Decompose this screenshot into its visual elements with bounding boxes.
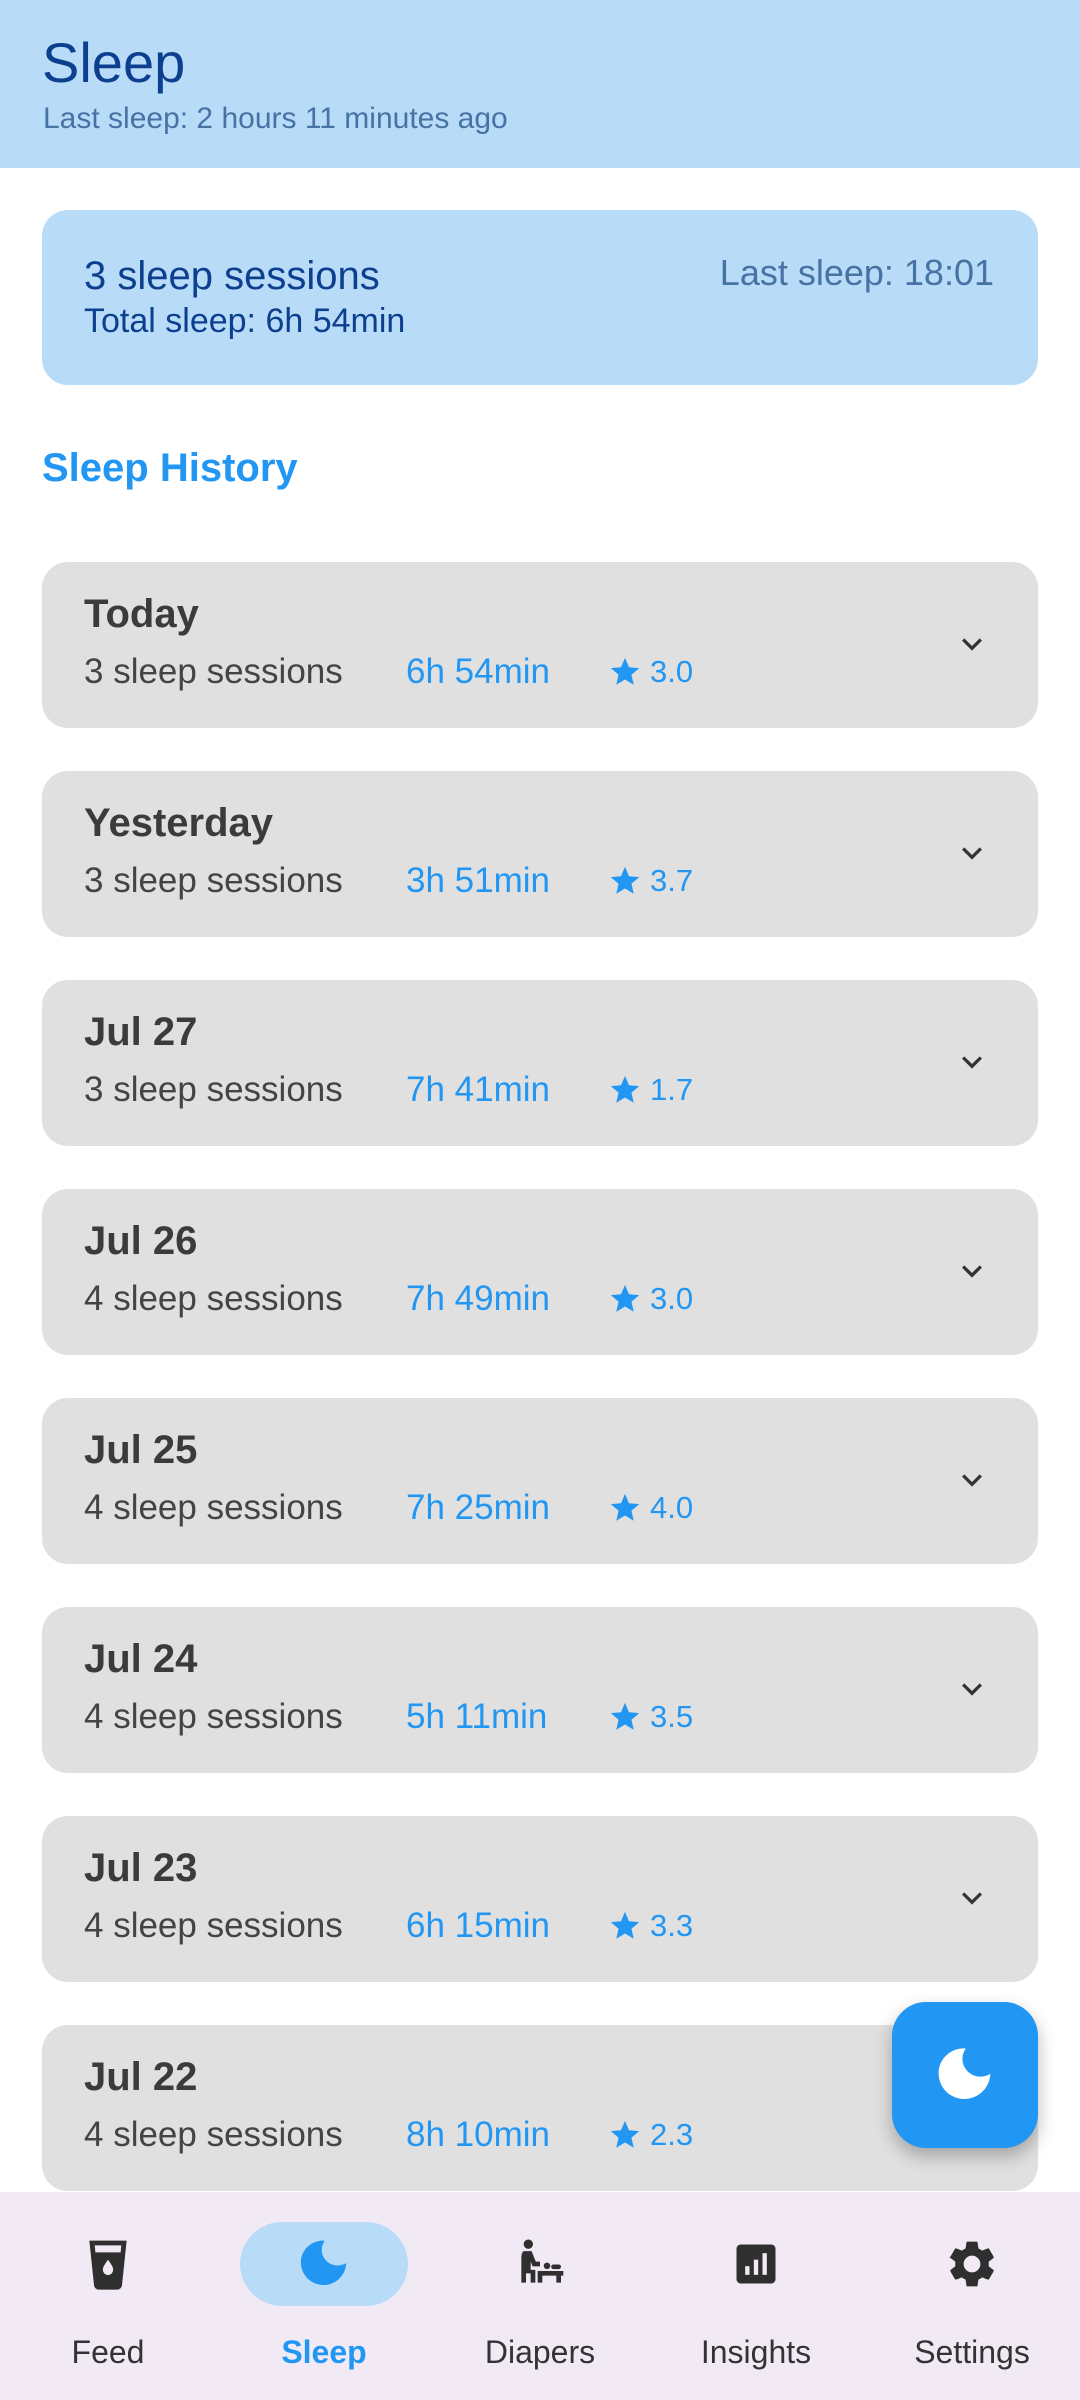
last-sleep-subtitle: Last sleep: 2 hours 11 minutes ago [43, 102, 508, 135]
rating-value: 3.3 [650, 1908, 694, 1943]
chevron-down-icon[interactable] [952, 833, 992, 873]
rating-value: 3.5 [650, 1699, 694, 1734]
rating-value: 3.0 [650, 654, 694, 689]
day-session-count: 3 sleep sessions [84, 1070, 343, 1109]
rating-value: 1.7 [650, 1072, 694, 1107]
day-rating: 3.7 [608, 863, 693, 899]
star-icon [610, 1284, 640, 1312]
star-icon [610, 657, 640, 685]
chevron-down-icon[interactable] [952, 1042, 992, 1082]
day-label: Jul 26 [84, 1219, 198, 1263]
add-sleep-fab[interactable] [892, 2002, 1038, 2148]
day-rating: 3.5 [608, 1699, 693, 1735]
chevron-down-icon[interactable] [952, 624, 992, 664]
page-title: Sleep [42, 31, 186, 94]
bar-chart-icon [736, 2244, 776, 2284]
nav-icon-container [24, 2222, 192, 2306]
nav-icon-container [240, 2222, 408, 2306]
nav-item-diapers[interactable]: Diapers [432, 2192, 648, 2400]
day-label: Jul 23 [84, 1846, 198, 1890]
cup-icon [89, 2240, 127, 2290]
day-duration: 8h 10min [406, 2115, 550, 2154]
day-duration: 5h 11min [406, 1697, 548, 1736]
day-card-jul-22[interactable]: Jul 22 4 sleep sessions 8h 10min 2.3 [42, 2025, 1038, 2191]
day-session-count: 4 sleep sessions [84, 1488, 343, 1527]
nav-item-settings[interactable]: Settings [864, 2192, 1080, 2400]
nav-item-feed[interactable]: Feed [0, 2192, 216, 2400]
star-icon [610, 1493, 640, 1521]
chevron-down-icon[interactable] [952, 1460, 992, 1500]
day-duration: 6h 54min [406, 652, 550, 691]
nav-label: Feed [71, 2334, 145, 2370]
summary-last-sleep: Last sleep: 18:01 [719, 252, 994, 293]
day-rating: 2.3 [608, 2117, 693, 2153]
day-rating: 3.0 [608, 1281, 693, 1317]
rating-value: 3.7 [650, 863, 694, 898]
day-card-jul-23[interactable]: Jul 23 4 sleep sessions 6h 15min 3.3 [42, 1816, 1038, 1982]
nav-icon-container [888, 2222, 1056, 2306]
day-label: Yesterday [84, 801, 274, 845]
sleep-summary-card: 3 sleep sessions Total sleep: 6h 54min L… [42, 210, 1038, 385]
day-label: Jul 22 [84, 2055, 198, 2099]
day-rating: 3.0 [608, 654, 693, 690]
day-duration: 3h 51min [406, 861, 550, 900]
day-session-count: 4 sleep sessions [84, 1906, 343, 1945]
chevron-down-icon[interactable] [952, 1878, 992, 1918]
day-rating: 1.7 [608, 1072, 693, 1108]
nav-item-sleep[interactable]: Sleep [216, 2192, 432, 2400]
day-session-count: 4 sleep sessions [84, 2115, 343, 2154]
nav-item-insights[interactable]: Insights [648, 2192, 864, 2400]
nav-icon-container [456, 2222, 624, 2306]
baby-changing-icon [521, 2239, 564, 2283]
chevron-down-icon[interactable] [952, 1251, 992, 1291]
rating-value: 3.0 [650, 1281, 694, 1316]
star-icon [610, 1702, 640, 1730]
nav-label: Insights [700, 2334, 812, 2370]
star-icon [610, 1075, 640, 1103]
nav-label: Settings [914, 2334, 1030, 2370]
day-rating: 4.0 [608, 1490, 693, 1526]
day-card-jul-26[interactable]: Jul 26 4 sleep sessions 7h 49min 3.0 [42, 1189, 1038, 1355]
chevron-down-icon[interactable] [952, 1669, 992, 1709]
moon-icon [938, 2048, 991, 2100]
day-session-count: 4 sleep sessions [84, 1697, 343, 1736]
day-card-jul-25[interactable]: Jul 25 4 sleep sessions 7h 25min 4.0 [42, 1398, 1038, 1564]
day-label: Today [84, 592, 199, 636]
gear-icon [949, 2241, 994, 2287]
day-duration: 7h 49min [406, 1279, 550, 1318]
day-card-yesterday[interactable]: Yesterday 3 sleep sessions 3h 51min 3.7 [42, 771, 1038, 937]
summary-session-count: 3 sleep sessions [84, 254, 380, 298]
top-app-bar: Sleep Last sleep: 2 hours 11 minutes ago [0, 0, 1080, 168]
nav-icon-container [672, 2222, 840, 2306]
day-card-today[interactable]: Today 3 sleep sessions 6h 54min 3.0 [42, 562, 1038, 728]
day-session-count: 3 sleep sessions [84, 861, 343, 900]
day-duration: 7h 41min [406, 1070, 550, 1109]
star-icon [610, 2120, 640, 2148]
summary-total-sleep: Total sleep: 6h 54min [84, 302, 406, 340]
day-label: Jul 25 [84, 1428, 198, 1472]
day-card-jul-24[interactable]: Jul 24 4 sleep sessions 5h 11min 3.5 [42, 1607, 1038, 1773]
rating-value: 2.3 [650, 2117, 694, 2152]
star-icon [610, 866, 640, 894]
day-rating: 3.3 [608, 1908, 693, 1944]
sleep-history-heading: Sleep History [42, 446, 298, 490]
nav-label: Sleep [281, 2334, 367, 2370]
nav-label: Diapers [484, 2334, 596, 2370]
day-duration: 7h 25min [406, 1488, 550, 1527]
day-session-count: 3 sleep sessions [84, 652, 343, 691]
day-card-jul-27[interactable]: Jul 27 3 sleep sessions 7h 41min 1.7 [42, 980, 1038, 1146]
star-icon [610, 1911, 640, 1939]
day-session-count: 4 sleep sessions [84, 1279, 343, 1318]
rating-value: 4.0 [650, 1490, 694, 1525]
day-duration: 6h 15min [406, 1906, 550, 1945]
bottom-navigation: Feed Sleep Diapers Insights Settings [0, 2192, 1080, 2400]
day-label: Jul 24 [84, 1637, 198, 1681]
day-label: Jul 27 [84, 1010, 198, 1054]
moon-icon [300, 2240, 347, 2286]
